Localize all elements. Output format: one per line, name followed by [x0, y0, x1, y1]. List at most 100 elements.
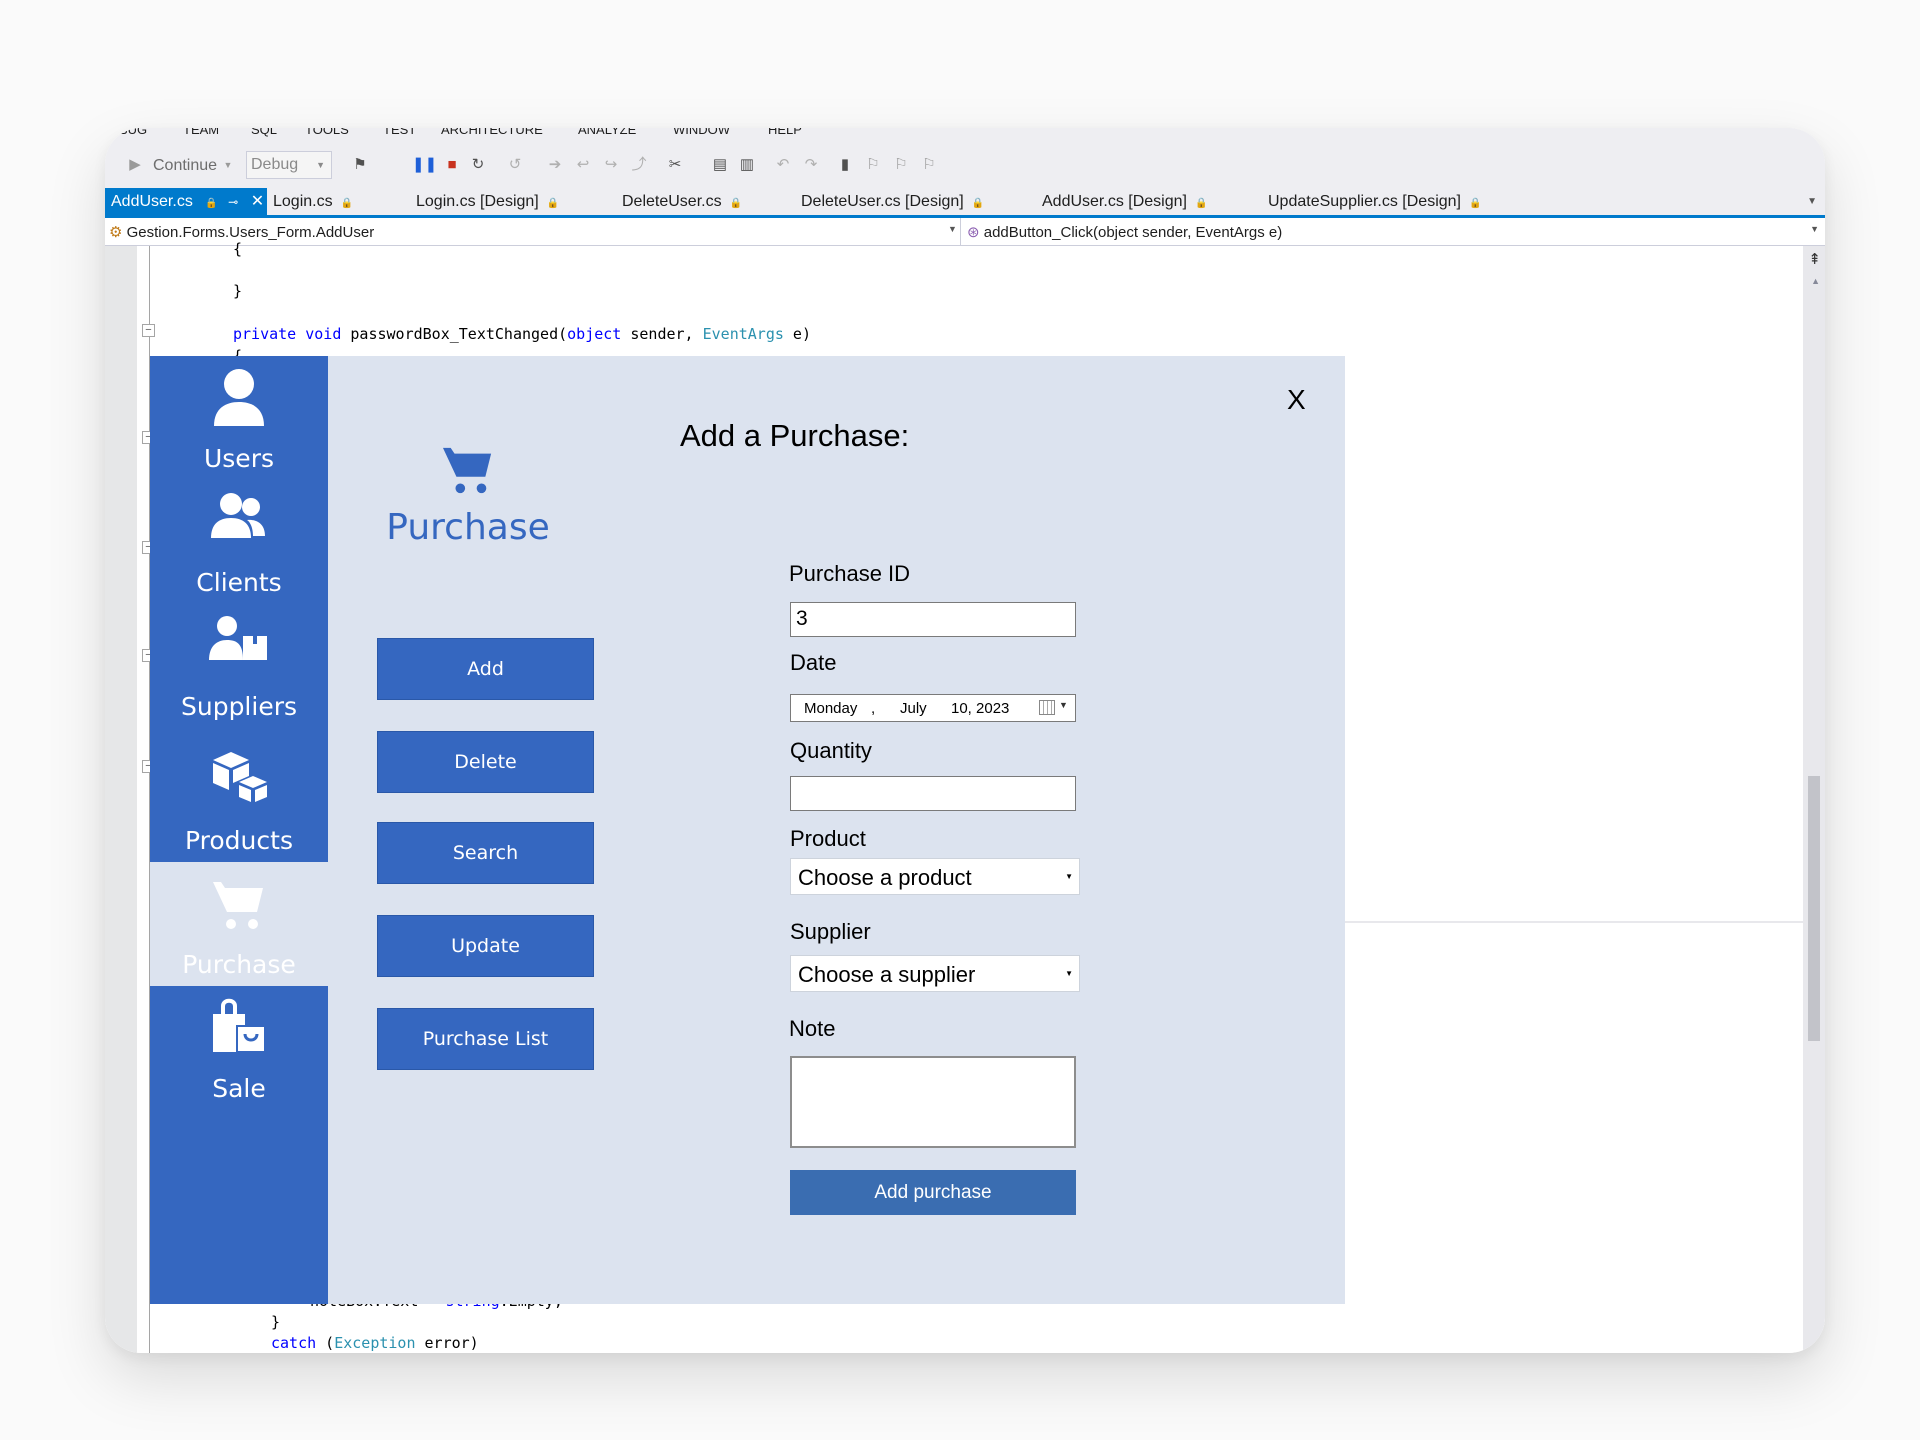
pin-icon[interactable]: ⊸: [228, 195, 238, 209]
supplier-select[interactable]: Choose a supplier ▼: [790, 955, 1080, 992]
sidebar-item-label: Sale: [212, 1074, 266, 1103]
next-bookmark-icon[interactable]: ⚐: [891, 155, 911, 175]
scrollbar-thumb[interactable]: [1808, 776, 1820, 1041]
sidebar-item-purchase[interactable]: Purchase: [150, 862, 328, 986]
step-over-icon[interactable]: ↪: [601, 155, 621, 175]
breakpoints-icon[interactable]: ▤: [710, 155, 730, 175]
lock-icon: 🔒: [729, 198, 743, 209]
undo-icon[interactable]: ↶: [773, 155, 793, 175]
sidebar-item-label: Clients: [196, 568, 282, 597]
clear-bookmark-icon[interactable]: ⚐: [919, 155, 939, 175]
chevron-down-icon[interactable]: ▼: [1810, 224, 1819, 234]
menu-help[interactable]: HELP: [768, 128, 802, 137]
tab-updatesupplier-design[interactable]: UpdateSupplier.cs [Design] 🔒: [1268, 188, 1481, 215]
note-field[interactable]: [790, 1056, 1076, 1148]
calendar-icon[interactable]: [1039, 700, 1055, 715]
configuration-select[interactable]: Debug ▼: [246, 151, 332, 179]
tab-deleteuser-cs[interactable]: DeleteUser.cs 🔒: [622, 188, 742, 215]
sidebar: Users Clients Suppliers Products Purchas…: [150, 356, 328, 1304]
exception-icon[interactable]: ✂: [665, 155, 685, 175]
attach-icon[interactable]: ⚑: [350, 155, 370, 175]
menu-analyze[interactable]: ANALYZE: [578, 128, 636, 137]
sidebar-item-label: Purchase: [182, 950, 296, 979]
date-label: Date: [790, 650, 837, 675]
document-tabs: AddUser.cs 🔒 ⊸ ✕ Login.cs 🔒 Login.cs [Des…: [105, 188, 1825, 218]
menu-window[interactable]: WINDOW: [673, 128, 730, 137]
class-selector[interactable]: ⚙ Gestion.Forms.Users_Form.AddUser: [109, 223, 374, 241]
product-select[interactable]: Choose a product ▼: [790, 858, 1080, 895]
prev-bookmark-icon[interactable]: ⚐: [863, 155, 883, 175]
menu-debug[interactable]: BUG: [119, 128, 147, 137]
tab-login-design[interactable]: Login.cs [Design] 🔒: [416, 188, 559, 215]
menu-architecture[interactable]: ARCHITECTURE: [441, 128, 543, 137]
code-keyword: void: [305, 325, 342, 343]
collapse-icon[interactable]: −: [142, 324, 155, 337]
step-into-icon[interactable]: ↩: [573, 155, 593, 175]
step-icon[interactable]: ➔: [545, 155, 565, 175]
add-button[interactable]: Add: [377, 638, 594, 700]
chevron-down-icon[interactable]: ▼: [1807, 188, 1817, 215]
sidebar-item-products[interactable]: Products: [150, 728, 328, 862]
tab-adduser-design[interactable]: AddUser.cs [Design] 🔒: [1042, 188, 1207, 215]
sidebar-item-users[interactable]: Users: [150, 356, 328, 480]
code-text: error): [415, 1334, 479, 1352]
tab-label: Login.cs: [273, 193, 333, 210]
chevron-down-icon[interactable]: ▼: [1059, 700, 1068, 710]
redo-icon[interactable]: ↷: [801, 155, 821, 175]
pause-icon[interactable]: ❚❚: [412, 155, 437, 175]
sidebar-item-clients[interactable]: Clients: [150, 480, 328, 604]
search-button[interactable]: Search: [377, 822, 594, 884]
menu-sql[interactable]: SQL: [251, 128, 277, 137]
supplier-icon: [150, 614, 328, 676]
close-icon[interactable]: ✕: [251, 193, 264, 210]
vertical-scrollbar[interactable]: ⇞ ▲: [1803, 246, 1825, 1353]
close-button[interactable]: X: [1287, 384, 1306, 416]
chevron-down-icon[interactable]: ▼: [218, 155, 238, 175]
stop-icon[interactable]: ■: [442, 155, 462, 175]
code-keyword: object: [567, 325, 622, 343]
play-icon[interactable]: ▶: [125, 155, 145, 175]
lock-icon: 🔒: [971, 198, 985, 209]
delete-button[interactable]: Delete: [377, 731, 594, 793]
code-text: passwordBox_TextChanged(: [341, 325, 568, 343]
windows-icon[interactable]: ▥: [737, 155, 757, 175]
update-button[interactable]: Update: [377, 915, 594, 977]
menu-bar: BUG TEAM SQL TOOLS TEST ARCHITECTURE ANA…: [105, 128, 1825, 142]
member-selector-value: addButton_Click(object sender, EventArgs…: [983, 224, 1283, 241]
chevron-down-icon[interactable]: ▼: [948, 224, 957, 234]
tab-login-cs[interactable]: Login.cs 🔒: [273, 188, 353, 215]
date-picker[interactable]: Monday , July 10, 2023 ▼: [790, 694, 1076, 722]
menu-tools[interactable]: TOOLS: [305, 128, 349, 137]
tab-adduser-cs[interactable]: AddUser.cs 🔒 ⊸ ✕: [105, 188, 267, 215]
code-type: EventArgs: [702, 325, 784, 343]
menu-test[interactable]: TEST: [383, 128, 416, 137]
restart-icon[interactable]: ↻: [468, 155, 488, 175]
product-select-value: Choose a product: [798, 865, 972, 890]
hot-reload-icon[interactable]: ↺: [505, 155, 525, 175]
sidebar-item-suppliers[interactable]: Suppliers: [150, 604, 328, 728]
date-separator: ,: [871, 700, 876, 717]
lock-icon: 🔒: [1469, 198, 1482, 209]
date-month: July: [900, 700, 927, 717]
quantity-field[interactable]: [790, 776, 1076, 811]
divider: [1342, 921, 1803, 923]
sidebar-item-label: Products: [185, 826, 293, 855]
sidebar-item-sale[interactable]: Sale: [150, 986, 328, 1110]
bookmark-icon[interactable]: ▮: [835, 155, 855, 175]
split-icon[interactable]: ⇞: [1808, 250, 1821, 268]
navigation-bar: ⚙ Gestion.Forms.Users_Form.AddUser ▼ ⊛ a…: [105, 218, 1825, 246]
scroll-up-icon[interactable]: ▲: [1811, 276, 1820, 286]
continue-button[interactable]: Continue: [153, 157, 217, 174]
purchase-id-field[interactable]: 3: [790, 602, 1076, 637]
method-icon: ⊛: [967, 224, 980, 241]
member-selector[interactable]: ⊛ addButton_Click(object sender, EventAr…: [967, 223, 1282, 241]
step-out-icon[interactable]: ⤴: [629, 155, 649, 175]
class-selector-value: Gestion.Forms.Users_Form.AddUser: [126, 224, 375, 241]
add-purchase-button[interactable]: Add purchase: [790, 1170, 1076, 1215]
cart-icon: [150, 878, 328, 940]
supplier-select-value: Choose a supplier: [798, 962, 976, 987]
class-icon: ⚙: [109, 224, 123, 241]
menu-team[interactable]: TEAM: [183, 128, 219, 137]
tab-deleteuser-design[interactable]: DeleteUser.cs [Design] 🔒: [801, 188, 984, 215]
purchase-list-button[interactable]: Purchase List: [377, 1008, 594, 1070]
